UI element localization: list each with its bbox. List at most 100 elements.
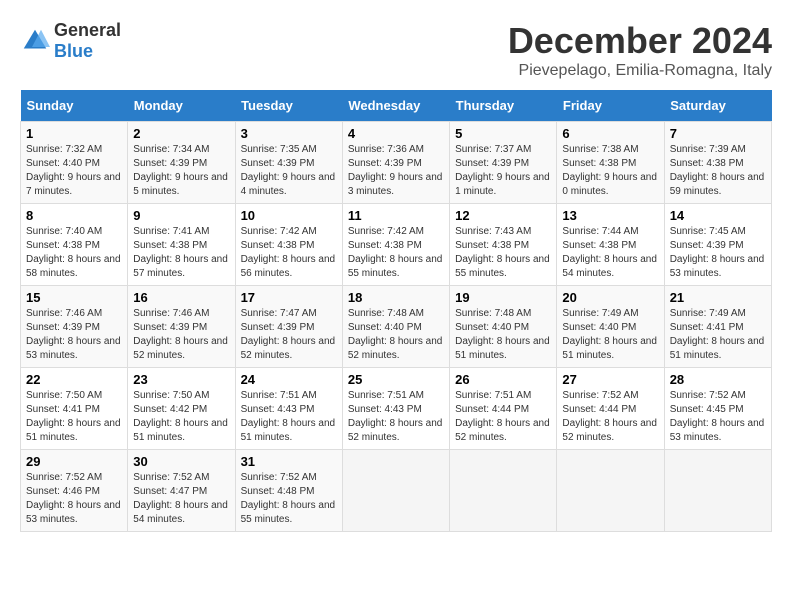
calendar-cell: 15 Sunrise: 7:46 AM Sunset: 4:39 PM Dayl… — [21, 286, 128, 368]
day-info: Sunrise: 7:42 AM Sunset: 4:38 PM Dayligh… — [241, 225, 337, 281]
day-info: Sunrise: 7:38 AM Sunset: 4:38 PM Dayligh… — [562, 143, 658, 199]
calendar-cell: 4 Sunrise: 7:36 AM Sunset: 4:39 PM Dayli… — [342, 122, 449, 204]
calendar-table: SundayMondayTuesdayWednesdayThursdayFrid… — [20, 90, 772, 532]
day-info: Sunrise: 7:42 AM Sunset: 4:38 PM Dayligh… — [348, 225, 444, 281]
day-number: 25 — [348, 372, 444, 387]
day-info: Sunrise: 7:46 AM Sunset: 4:39 PM Dayligh… — [133, 307, 229, 363]
calendar-week-3: 15 Sunrise: 7:46 AM Sunset: 4:39 PM Dayl… — [21, 286, 772, 368]
day-number: 31 — [241, 454, 337, 469]
month-title: December 2024 — [508, 20, 772, 62]
calendar-cell: 5 Sunrise: 7:37 AM Sunset: 4:39 PM Dayli… — [450, 122, 557, 204]
day-number: 14 — [670, 208, 766, 223]
day-number: 22 — [26, 372, 122, 387]
day-number: 23 — [133, 372, 229, 387]
day-number: 10 — [241, 208, 337, 223]
day-number: 28 — [670, 372, 766, 387]
day-info: Sunrise: 7:40 AM Sunset: 4:38 PM Dayligh… — [26, 225, 122, 281]
calendar-cell: 9 Sunrise: 7:41 AM Sunset: 4:38 PM Dayli… — [128, 204, 235, 286]
calendar-cell: 3 Sunrise: 7:35 AM Sunset: 4:39 PM Dayli… — [235, 122, 342, 204]
logo-text-general: General — [54, 20, 121, 40]
day-number: 3 — [241, 126, 337, 141]
logo-text-blue: Blue — [54, 41, 93, 61]
calendar-cell: 23 Sunrise: 7:50 AM Sunset: 4:42 PM Dayl… — [128, 368, 235, 450]
day-info: Sunrise: 7:52 AM Sunset: 4:44 PM Dayligh… — [562, 389, 658, 445]
day-info: Sunrise: 7:35 AM Sunset: 4:39 PM Dayligh… — [241, 143, 337, 199]
day-info: Sunrise: 7:52 AM Sunset: 4:46 PM Dayligh… — [26, 471, 122, 527]
header-saturday: Saturday — [664, 90, 771, 122]
calendar-header-row: SundayMondayTuesdayWednesdayThursdayFrid… — [21, 90, 772, 122]
day-info: Sunrise: 7:51 AM Sunset: 4:43 PM Dayligh… — [348, 389, 444, 445]
day-number: 18 — [348, 290, 444, 305]
calendar-cell — [664, 450, 771, 532]
calendar-cell: 7 Sunrise: 7:39 AM Sunset: 4:38 PM Dayli… — [664, 122, 771, 204]
day-info: Sunrise: 7:48 AM Sunset: 4:40 PM Dayligh… — [348, 307, 444, 363]
day-info: Sunrise: 7:43 AM Sunset: 4:38 PM Dayligh… — [455, 225, 551, 281]
calendar-cell: 24 Sunrise: 7:51 AM Sunset: 4:43 PM Dayl… — [235, 368, 342, 450]
header-wednesday: Wednesday — [342, 90, 449, 122]
day-info: Sunrise: 7:39 AM Sunset: 4:38 PM Dayligh… — [670, 143, 766, 199]
day-number: 19 — [455, 290, 551, 305]
calendar-week-2: 8 Sunrise: 7:40 AM Sunset: 4:38 PM Dayli… — [21, 204, 772, 286]
calendar-cell: 31 Sunrise: 7:52 AM Sunset: 4:48 PM Dayl… — [235, 450, 342, 532]
calendar-cell: 21 Sunrise: 7:49 AM Sunset: 4:41 PM Dayl… — [664, 286, 771, 368]
calendar-cell: 8 Sunrise: 7:40 AM Sunset: 4:38 PM Dayli… — [21, 204, 128, 286]
day-info: Sunrise: 7:48 AM Sunset: 4:40 PM Dayligh… — [455, 307, 551, 363]
day-info: Sunrise: 7:37 AM Sunset: 4:39 PM Dayligh… — [455, 143, 551, 199]
calendar-cell: 11 Sunrise: 7:42 AM Sunset: 4:38 PM Dayl… — [342, 204, 449, 286]
day-number: 16 — [133, 290, 229, 305]
day-number: 1 — [26, 126, 122, 141]
day-number: 4 — [348, 126, 444, 141]
day-number: 11 — [348, 208, 444, 223]
day-info: Sunrise: 7:52 AM Sunset: 4:48 PM Dayligh… — [241, 471, 337, 527]
day-number: 21 — [670, 290, 766, 305]
calendar-cell: 2 Sunrise: 7:34 AM Sunset: 4:39 PM Dayli… — [128, 122, 235, 204]
day-number: 26 — [455, 372, 551, 387]
calendar-cell: 28 Sunrise: 7:52 AM Sunset: 4:45 PM Dayl… — [664, 368, 771, 450]
header-thursday: Thursday — [450, 90, 557, 122]
calendar-cell: 17 Sunrise: 7:47 AM Sunset: 4:39 PM Dayl… — [235, 286, 342, 368]
calendar-cell: 19 Sunrise: 7:48 AM Sunset: 4:40 PM Dayl… — [450, 286, 557, 368]
day-number: 13 — [562, 208, 658, 223]
day-info: Sunrise: 7:51 AM Sunset: 4:43 PM Dayligh… — [241, 389, 337, 445]
day-info: Sunrise: 7:41 AM Sunset: 4:38 PM Dayligh… — [133, 225, 229, 281]
day-number: 7 — [670, 126, 766, 141]
calendar-cell — [557, 450, 664, 532]
day-info: Sunrise: 7:50 AM Sunset: 4:41 PM Dayligh… — [26, 389, 122, 445]
day-number: 8 — [26, 208, 122, 223]
calendar-cell: 30 Sunrise: 7:52 AM Sunset: 4:47 PM Dayl… — [128, 450, 235, 532]
day-number: 27 — [562, 372, 658, 387]
day-info: Sunrise: 7:51 AM Sunset: 4:44 PM Dayligh… — [455, 389, 551, 445]
day-number: 30 — [133, 454, 229, 469]
calendar-cell: 12 Sunrise: 7:43 AM Sunset: 4:38 PM Dayl… — [450, 204, 557, 286]
calendar-week-5: 29 Sunrise: 7:52 AM Sunset: 4:46 PM Dayl… — [21, 450, 772, 532]
day-info: Sunrise: 7:44 AM Sunset: 4:38 PM Dayligh… — [562, 225, 658, 281]
day-info: Sunrise: 7:45 AM Sunset: 4:39 PM Dayligh… — [670, 225, 766, 281]
calendar-cell — [342, 450, 449, 532]
calendar-cell: 6 Sunrise: 7:38 AM Sunset: 4:38 PM Dayli… — [557, 122, 664, 204]
header-tuesday: Tuesday — [235, 90, 342, 122]
page-header: General Blue December 2024 Pievepelago, … — [20, 20, 772, 80]
day-number: 2 — [133, 126, 229, 141]
header-friday: Friday — [557, 90, 664, 122]
day-info: Sunrise: 7:47 AM Sunset: 4:39 PM Dayligh… — [241, 307, 337, 363]
calendar-cell: 25 Sunrise: 7:51 AM Sunset: 4:43 PM Dayl… — [342, 368, 449, 450]
day-number: 5 — [455, 126, 551, 141]
location: Pievepelago, Emilia-Romagna, Italy — [508, 62, 772, 80]
day-info: Sunrise: 7:36 AM Sunset: 4:39 PM Dayligh… — [348, 143, 444, 199]
day-number: 12 — [455, 208, 551, 223]
logo-icon — [20, 26, 50, 56]
calendar-week-4: 22 Sunrise: 7:50 AM Sunset: 4:41 PM Dayl… — [21, 368, 772, 450]
calendar-cell: 20 Sunrise: 7:49 AM Sunset: 4:40 PM Dayl… — [557, 286, 664, 368]
header-sunday: Sunday — [21, 90, 128, 122]
day-number: 29 — [26, 454, 122, 469]
calendar-cell — [450, 450, 557, 532]
day-info: Sunrise: 7:52 AM Sunset: 4:45 PM Dayligh… — [670, 389, 766, 445]
calendar-cell: 1 Sunrise: 7:32 AM Sunset: 4:40 PM Dayli… — [21, 122, 128, 204]
calendar-cell: 27 Sunrise: 7:52 AM Sunset: 4:44 PM Dayl… — [557, 368, 664, 450]
calendar-cell: 29 Sunrise: 7:52 AM Sunset: 4:46 PM Dayl… — [21, 450, 128, 532]
calendar-week-1: 1 Sunrise: 7:32 AM Sunset: 4:40 PM Dayli… — [21, 122, 772, 204]
day-info: Sunrise: 7:50 AM Sunset: 4:42 PM Dayligh… — [133, 389, 229, 445]
calendar-cell: 18 Sunrise: 7:48 AM Sunset: 4:40 PM Dayl… — [342, 286, 449, 368]
day-info: Sunrise: 7:49 AM Sunset: 4:40 PM Dayligh… — [562, 307, 658, 363]
calendar-cell: 26 Sunrise: 7:51 AM Sunset: 4:44 PM Dayl… — [450, 368, 557, 450]
